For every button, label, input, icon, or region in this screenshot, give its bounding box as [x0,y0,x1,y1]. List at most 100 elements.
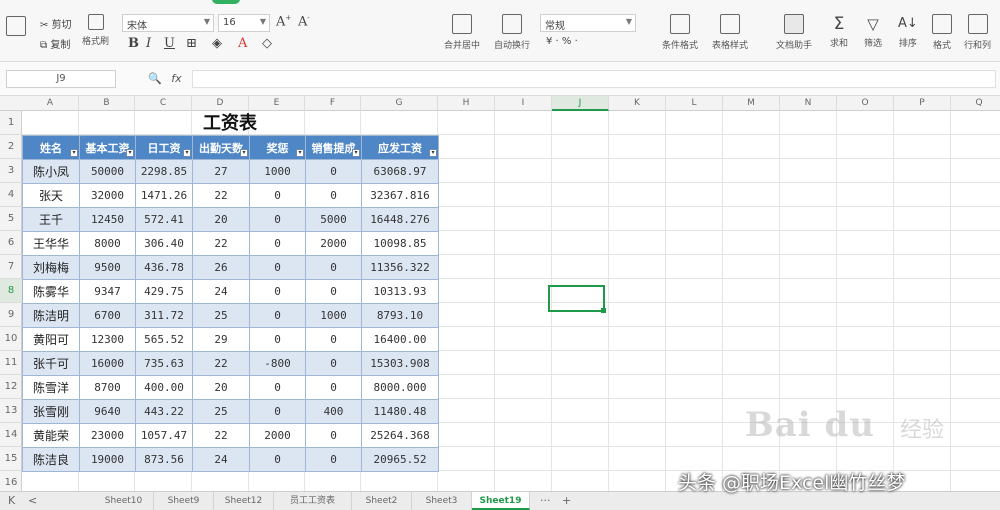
table-cell[interactable]: 9347 [79,279,136,304]
table-cell[interactable]: 20965.52 [361,447,439,472]
format-painter-button[interactable]: 格式刷 [82,14,109,47]
table-header-cell[interactable]: 日工资 ▾ [135,135,193,160]
column-header-j[interactable]: J [552,96,609,111]
filter-dropdown-icon[interactable]: ▾ [183,149,191,157]
table-cell[interactable]: 22 [192,231,250,256]
name-box[interactable]: J9 [6,70,116,88]
table-cell[interactable]: 0 [249,183,306,208]
row-header-13[interactable]: 13 [0,399,22,423]
table-header-cell[interactable]: 奖惩 ▾ [249,135,306,160]
table-cell[interactable]: 2298.85 [135,159,193,184]
first-sheet-button[interactable]: K [8,494,15,507]
column-header-i[interactable]: I [495,96,552,111]
table-cell[interactable]: 400 [305,399,362,424]
table-cell[interactable]: 2000 [305,231,362,256]
underline-button[interactable]: U [164,36,175,51]
sort-button[interactable]: A↓ 排序 [898,14,918,49]
table-cell[interactable]: 306.40 [135,231,193,256]
table-cell[interactable]: 0 [249,447,306,472]
italic-button[interactable]: I [146,36,151,51]
sheet-tab[interactable]: Sheet12 [214,492,274,510]
table-cell[interactable]: 陈小凤 [22,159,80,184]
sheet-tab[interactable]: Sheet10 [94,492,154,510]
table-cell[interactable]: 6700 [79,303,136,328]
table-cell[interactable]: 10313.93 [361,279,439,304]
table-cell[interactable]: 25 [192,303,250,328]
table-cell[interactable]: 1057.47 [135,423,193,448]
table-style-button[interactable]: 表格样式 [712,14,748,51]
sum-button[interactable]: Σ 求和 [830,14,848,49]
paste-button[interactable] [6,16,26,40]
increase-font-button[interactable]: A+ [276,14,291,29]
table-header-cell[interactable]: 应发工资 ▾ [361,135,439,160]
formula-input[interactable] [192,70,996,88]
table-cell[interactable]: 陈雾华 [22,279,80,304]
table-cell[interactable]: 436.78 [135,255,193,280]
zoom-icon[interactable]: 🔍 [148,72,162,85]
column-header-k[interactable]: K [609,96,666,111]
table-cell[interactable]: 张天 [22,183,80,208]
row-header-9[interactable]: 9 [0,303,22,327]
table-cell[interactable]: 0 [249,279,306,304]
column-header-e[interactable]: E [249,96,305,111]
font-color-button[interactable]: A [238,36,247,51]
doc-assistant-button[interactable]: 文档助手 [776,14,812,51]
table-cell[interactable]: 400.00 [135,375,193,400]
row-header-7[interactable]: 7 [0,255,22,279]
table-cell[interactable]: 11480.48 [361,399,439,424]
table-cell[interactable]: 0 [305,447,362,472]
number-format-select[interactable]: 常规 ▼ [540,14,636,32]
row-header-8[interactable]: 8 [0,279,22,303]
table-cell[interactable]: 0 [305,255,362,280]
column-header-f[interactable]: F [305,96,361,111]
table-cell[interactable]: 63068.97 [361,159,439,184]
column-header-l[interactable]: L [666,96,723,111]
table-cell[interactable]: 12300 [79,327,136,352]
column-header-b[interactable]: B [79,96,135,111]
table-cell[interactable]: 0 [305,351,362,376]
table-cell[interactable]: 1000 [305,303,362,328]
filter-dropdown-icon[interactable]: ▾ [126,149,134,157]
fill-handle[interactable] [601,308,606,313]
table-cell[interactable]: 19000 [79,447,136,472]
column-header-a[interactable]: A [22,96,79,111]
fill-color-button[interactable]: ◈ [212,36,222,51]
table-cell[interactable]: 0 [249,303,306,328]
format-button[interactable]: 格式 [932,14,952,51]
table-cell[interactable]: 9500 [79,255,136,280]
prev-sheet-button[interactable]: < [28,494,37,507]
table-cell[interactable]: 刘梅梅 [22,255,80,280]
table-cell[interactable]: 26 [192,255,250,280]
cut-button[interactable]: ✂ 剪切 [40,16,72,31]
table-header-cell[interactable]: 销售提成 ▾ [305,135,362,160]
selected-cell[interactable] [548,285,605,312]
table-cell[interactable]: 2000 [249,423,306,448]
wrap-text-button[interactable]: 自动换行 [494,14,530,51]
table-cell[interactable]: 0 [305,183,362,208]
table-cell[interactable]: 0 [249,399,306,424]
table-cell[interactable]: 张雪刚 [22,399,80,424]
fx-icon[interactable]: fx [171,72,181,85]
table-cell[interactable]: -800 [249,351,306,376]
table-cell[interactable]: 9640 [79,399,136,424]
row-header-3[interactable]: 3 [0,159,22,183]
filter-dropdown-icon[interactable]: ▾ [70,149,78,157]
merge-center-button[interactable]: 合并居中 [444,14,480,51]
table-cell[interactable]: 23000 [79,423,136,448]
table-cell[interactable]: 735.63 [135,351,193,376]
sheet-tab[interactable]: 员工工资表 [274,492,352,510]
table-cell[interactable]: 32367.816 [361,183,439,208]
table-cell[interactable]: 陈洁良 [22,447,80,472]
row-header-4[interactable]: 4 [0,183,22,207]
border-button[interactable]: ⊞ [186,36,197,51]
table-cell[interactable]: 陈洁明 [22,303,80,328]
table-cell[interactable]: 0 [249,327,306,352]
table-cell[interactable]: 张千可 [22,351,80,376]
table-cell[interactable]: 0 [249,207,306,232]
table-cell[interactable]: 572.41 [135,207,193,232]
table-cell[interactable]: 565.52 [135,327,193,352]
column-header-g[interactable]: G [361,96,438,111]
row-header-5[interactable]: 5 [0,207,22,231]
column-header-p[interactable]: P [894,96,951,111]
decrease-font-button[interactable]: A- [298,14,310,29]
